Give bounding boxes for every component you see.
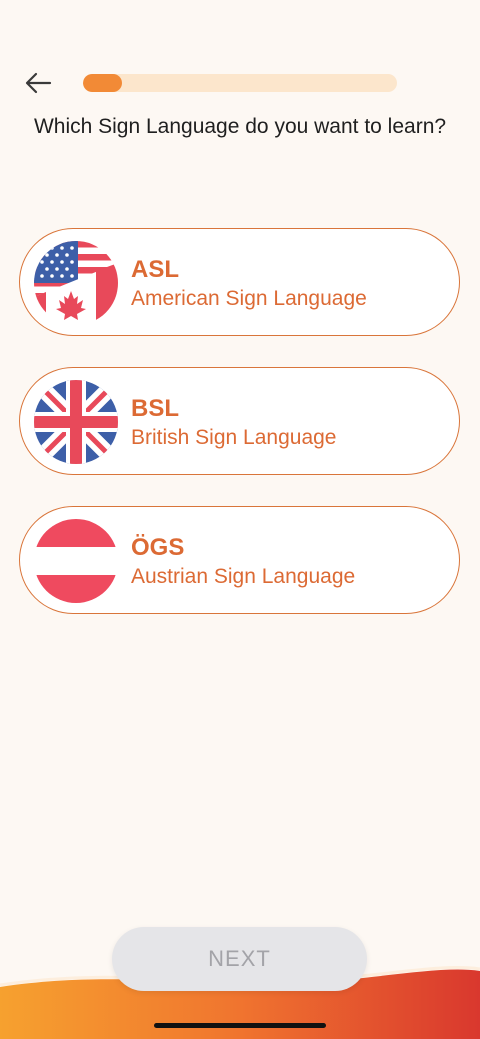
uk-flag-icon: [34, 380, 118, 464]
option-asl[interactable]: ASL American Sign Language: [19, 228, 460, 336]
option-ogs[interactable]: ÖGS Austrian Sign Language: [19, 506, 460, 614]
arrow-left-icon: [25, 72, 52, 94]
option-name: British Sign Language: [131, 426, 337, 449]
progress-bar: [83, 74, 397, 92]
option-name: Austrian Sign Language: [131, 565, 356, 588]
progress-fill: [83, 74, 123, 92]
option-code: ÖGS: [131, 534, 185, 561]
option-name: American Sign Language: [131, 287, 367, 310]
next-button[interactable]: NEXT: [112, 927, 367, 991]
back-button[interactable]: [22, 68, 56, 98]
option-code: ASL: [131, 256, 179, 283]
home-indicator: [154, 1023, 326, 1028]
page-title: Which Sign Language do you want to learn…: [33, 115, 447, 138]
austria-flag-icon: [34, 519, 118, 603]
option-bsl[interactable]: BSL British Sign Language: [19, 367, 460, 475]
usa-canada-flag-icon: [34, 241, 118, 325]
option-code: BSL: [131, 395, 179, 422]
